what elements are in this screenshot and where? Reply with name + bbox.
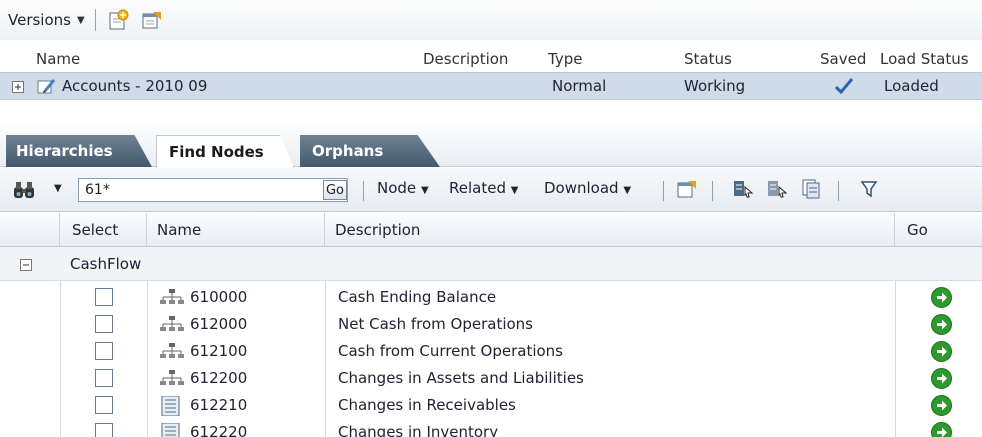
node-description: Net Cash from Operations — [338, 315, 533, 333]
versions-menu-label: Versions — [8, 11, 71, 29]
column-header-description[interactable]: Description — [423, 50, 508, 68]
row-select-checkbox[interactable] — [95, 342, 113, 360]
go-arrow-icon[interactable] — [931, 314, 952, 339]
filter-icon[interactable] — [860, 180, 878, 202]
tab-label: Orphans — [312, 142, 384, 160]
deselect-all-icon[interactable] — [766, 179, 788, 203]
column-header-description[interactable]: Description — [325, 213, 895, 247]
node-menu[interactable]: Node ▼ — [377, 179, 429, 197]
properties-icon[interactable] — [140, 8, 164, 32]
hierarchy-node-icon — [160, 369, 186, 391]
download-menu[interactable]: Download ▼ — [544, 179, 631, 197]
row-select-checkbox[interactable] — [95, 288, 113, 306]
tab-label: Hierarchies — [16, 142, 113, 160]
toolbar-divider — [712, 181, 713, 201]
saved-checkmark-icon — [834, 76, 854, 100]
table-row[interactable]: 610000 Cash Ending Balance — [0, 284, 982, 311]
results-grid: Select Name Description Go CashFlow 6100… — [0, 213, 982, 437]
properties-icon[interactable] — [676, 178, 698, 204]
select-all-icon[interactable] — [732, 179, 754, 203]
version-edit-icon — [36, 76, 56, 100]
chevron-down-icon: ▼ — [510, 185, 519, 196]
version-name: Accounts - 2010 09 — [62, 77, 208, 95]
hierarchy-node-icon — [160, 288, 186, 310]
column-header-name[interactable]: Name — [147, 213, 325, 247]
version-status: Working — [684, 77, 746, 95]
version-load-status: Loaded — [884, 77, 939, 95]
related-menu[interactable]: Related ▼ — [449, 179, 518, 197]
version-type: Normal — [552, 77, 607, 95]
chevron-down-icon: ▼ — [623, 185, 632, 196]
go-arrow-icon[interactable] — [931, 395, 952, 420]
menu-label: Node — [377, 179, 417, 197]
find-toolbar: ▼ Go Node ▼ Related ▼ Download ▼ — [0, 168, 982, 212]
node-description: Changes in Inventory — [338, 423, 499, 437]
table-row[interactable]: 612100 Cash from Current Operations — [0, 338, 982, 365]
tab-find-nodes[interactable]: Find Nodes — [156, 135, 294, 168]
expand-plus-icon[interactable] — [12, 79, 24, 97]
go-arrow-icon[interactable] — [931, 341, 952, 366]
go-arrow-icon[interactable] — [931, 368, 952, 393]
table-row[interactable]: 612210 Changes in Receivables — [0, 392, 982, 419]
node-description: Cash from Current Operations — [338, 342, 563, 360]
column-header-toggle — [0, 213, 60, 247]
column-header-status[interactable]: Status — [684, 50, 732, 68]
column-header-name[interactable]: Name — [36, 50, 80, 68]
node-name[interactable]: 612000 — [190, 315, 247, 333]
node-description: Cash Ending Balance — [338, 288, 497, 306]
column-header-select[interactable]: Select — [60, 213, 147, 247]
row-select-checkbox[interactable] — [95, 369, 113, 387]
chevron-down-icon: ▼ — [420, 185, 429, 196]
go-button[interactable]: Go — [323, 180, 347, 200]
node-name[interactable]: 610000 — [190, 288, 247, 306]
go-arrow-icon[interactable] — [931, 287, 952, 312]
copy-icon[interactable] — [800, 178, 822, 204]
versions-grid-header: Name Description Type Status Saved Load … — [0, 46, 982, 72]
versions-menu[interactable]: Versions ▼ — [8, 11, 85, 29]
toolbar-divider — [94, 9, 96, 31]
hierarchy-node-icon — [160, 342, 186, 364]
collapse-minus-icon[interactable] — [20, 257, 32, 275]
node-name[interactable]: 612100 — [190, 342, 247, 360]
group-row[interactable]: CashFlow — [0, 247, 982, 281]
toolbar-divider — [663, 181, 664, 201]
leaf-node-icon — [160, 395, 182, 420]
new-version-icon[interactable] — [106, 8, 130, 32]
leaf-node-icon — [160, 422, 182, 437]
tab-hierarchies[interactable]: Hierarchies — [6, 135, 152, 167]
node-name[interactable]: 612200 — [190, 369, 247, 387]
go-arrow-icon[interactable] — [931, 422, 952, 437]
column-header-go[interactable]: Go — [895, 213, 982, 247]
versions-toolbar: Versions ▼ — [0, 0, 982, 40]
menu-label: Related — [449, 179, 506, 197]
node-description: Changes in Assets and Liabilities — [338, 369, 584, 387]
row-select-checkbox[interactable] — [95, 315, 113, 333]
versions-grid: Name Description Type Status Saved Load … — [0, 46, 982, 100]
toolbar-divider — [838, 181, 839, 201]
version-row[interactable]: Accounts - 2010 09 Normal Working Loaded — [0, 72, 982, 100]
node-name[interactable]: 612220 — [190, 423, 247, 437]
chevron-down-icon: ▼ — [76, 14, 85, 26]
tab-orphans[interactable]: Orphans — [300, 135, 440, 167]
row-select-checkbox[interactable] — [95, 423, 113, 437]
menu-label: Download — [544, 179, 619, 197]
table-row[interactable]: 612000 Net Cash from Operations — [0, 311, 982, 338]
group-label: CashFlow — [70, 255, 142, 273]
column-header-saved[interactable]: Saved — [820, 50, 866, 68]
chevron-down-icon[interactable]: ▼ — [54, 183, 62, 194]
results-grid-header: Select Name Description Go — [0, 213, 982, 247]
binoculars-icon[interactable] — [12, 180, 38, 204]
search-input[interactable] — [78, 178, 348, 202]
node-description: Changes in Receivables — [338, 396, 516, 414]
column-header-load-status[interactable]: Load Status — [880, 50, 969, 68]
node-name[interactable]: 612210 — [190, 396, 247, 414]
table-row[interactable]: 612200 Changes in Assets and Liabilities — [0, 365, 982, 392]
tab-label: Find Nodes — [169, 143, 264, 161]
table-row[interactable]: 612220 Changes in Inventory — [0, 419, 982, 437]
tab-bar: Hierarchies Find Nodes Orphans — [0, 119, 982, 168]
row-select-checkbox[interactable] — [95, 396, 113, 414]
column-header-type[interactable]: Type — [548, 50, 582, 68]
toolbar-divider — [363, 181, 364, 201]
hierarchy-node-icon — [160, 315, 186, 337]
